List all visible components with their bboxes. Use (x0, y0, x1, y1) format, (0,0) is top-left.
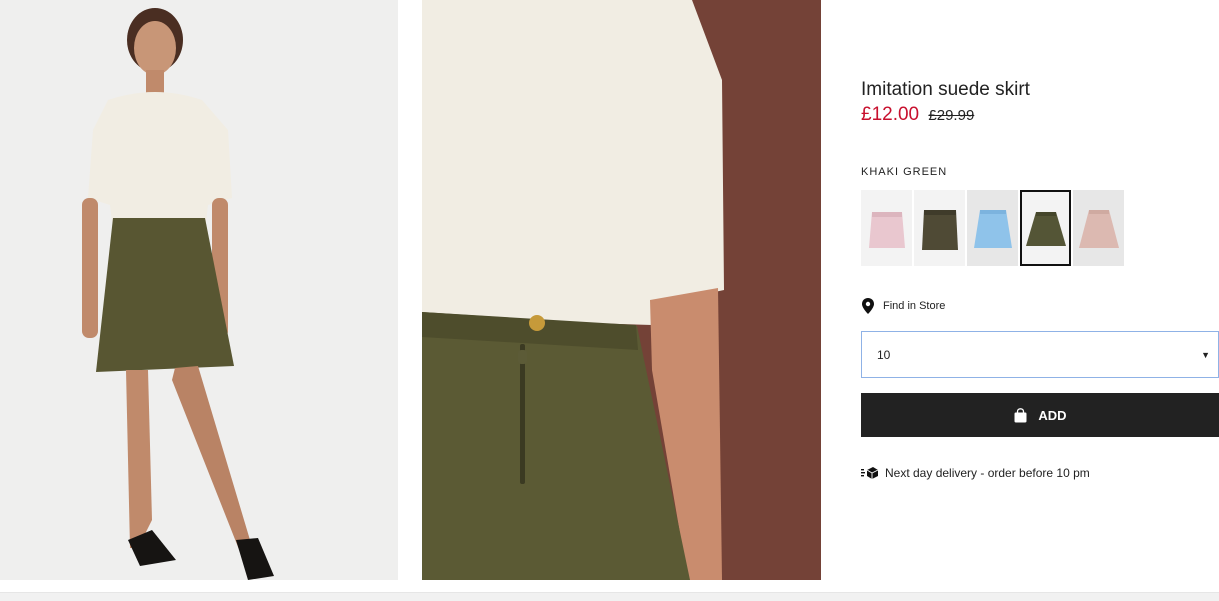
location-pin-icon (862, 298, 874, 314)
swatch-khaki-green[interactable] (1020, 190, 1071, 266)
add-button-label: ADD (1038, 407, 1067, 423)
add-to-bag-button[interactable]: ADD (861, 393, 1219, 437)
swatch-dark-khaki[interactable] (914, 190, 965, 266)
product-page: Imitation suede skirt £12.00 £29.99 KHAK… (0, 0, 1219, 601)
find-in-store-link[interactable]: Find in Store (861, 298, 945, 314)
product-title: Imitation suede skirt (861, 79, 1030, 100)
model-photo (0, 0, 398, 580)
light-blue-skirt-thumbnail (973, 210, 1012, 248)
shopping-bag-icon (1014, 407, 1027, 422)
color-swatches (861, 190, 1124, 266)
product-image-model[interactable] (0, 0, 398, 580)
product-info: Imitation suede skirt £12.00 £29.99 KHAK… (861, 78, 1219, 480)
khaki-green-skirt-thumbnail (1025, 212, 1066, 246)
size-value: 10 (877, 347, 891, 362)
swatch-pink[interactable] (861, 190, 912, 266)
swatch-light-blue[interactable] (967, 190, 1018, 266)
detail-photo (422, 0, 821, 580)
swatch-dusty-pink[interactable] (1073, 190, 1124, 266)
sale-price: £12.00 (861, 104, 920, 125)
caret-down-icon: ▼ (1201, 349, 1210, 360)
original-price: £29.99 (928, 107, 975, 124)
page-bottom-divider (0, 592, 1219, 601)
delivery-text: Next day delivery - order before 10 pm (885, 466, 1090, 480)
delivery-info: Next day delivery - order before 10 pm (861, 466, 1090, 480)
find-in-store-label: Find in Store (883, 300, 946, 312)
product-image-detail[interactable] (422, 0, 821, 580)
dusty-pink-skirt-thumbnail (1078, 210, 1119, 248)
price-row: £12.00 £29.99 (861, 103, 1219, 128)
dark-khaki-skirt-thumbnail (921, 210, 958, 250)
size-dropdown[interactable]: 10 ▼ (861, 331, 1219, 378)
pink-skirt-thumbnail (868, 212, 905, 248)
delivery-truck-icon (861, 467, 879, 479)
selected-color-label: KHAKI GREEN (861, 166, 948, 178)
